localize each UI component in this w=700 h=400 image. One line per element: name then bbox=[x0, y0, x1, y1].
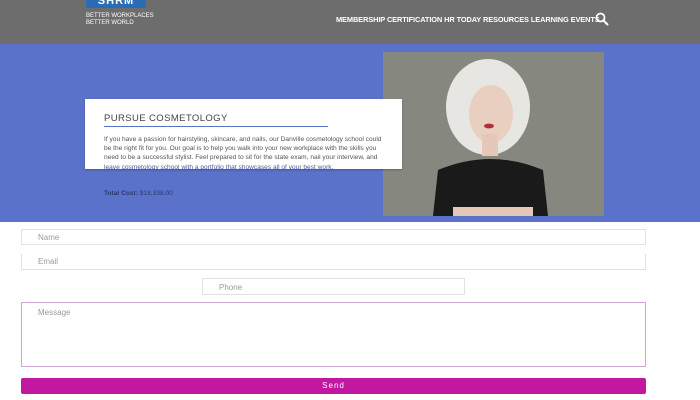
nav-item-hr-today[interactable]: HR TODAY bbox=[444, 15, 481, 24]
card-description-overflow: leave cosmetology school with a portfoli… bbox=[104, 163, 334, 171]
tagline-line-1: BETTER WORKPLACES bbox=[86, 13, 154, 19]
card-description: If you have a passion for hairstyling, s… bbox=[104, 135, 386, 172]
message-field[interactable]: Message bbox=[21, 302, 646, 367]
send-button[interactable]: Send bbox=[21, 378, 646, 394]
total-cost-value: $18,338.00 bbox=[139, 190, 173, 197]
nav-item-learning[interactable]: LEARNING bbox=[531, 15, 569, 24]
name-field[interactable]: Name bbox=[21, 229, 646, 245]
logo-tagline: BETTER WORKPLACES BETTER WORLD bbox=[86, 13, 154, 27]
card-description-visible: If you have a passion for hairstyling, s… bbox=[104, 136, 382, 162]
main-nav: MEMBERSHIP CERTIFICATION HR TODAY RESOUR… bbox=[336, 15, 600, 24]
total-cost: Total Cost: $18,338.00 bbox=[104, 190, 173, 197]
nav-item-certification[interactable]: CERTIFICATION bbox=[387, 15, 442, 24]
card-title-divider bbox=[104, 126, 328, 127]
tagline-line-2: BETTER WORLD bbox=[86, 20, 134, 26]
phone-field[interactable]: Phone bbox=[202, 278, 465, 295]
card-title: PURSUE COSMETOLOGY bbox=[104, 113, 228, 124]
total-cost-label: Total Cost: bbox=[104, 190, 138, 197]
email-field[interactable]: Email bbox=[21, 254, 646, 270]
top-navigation-bar: SHRM BETTER WORKPLACES BETTER WORLD MEMB… bbox=[0, 0, 700, 44]
nav-item-membership[interactable]: MEMBERSHIP bbox=[336, 15, 385, 24]
search-icon[interactable] bbox=[595, 12, 609, 26]
shrm-logo[interactable]: SHRM bbox=[86, 0, 146, 8]
nav-item-resources[interactable]: RESOURCES bbox=[483, 15, 529, 24]
model-photo bbox=[383, 52, 604, 216]
